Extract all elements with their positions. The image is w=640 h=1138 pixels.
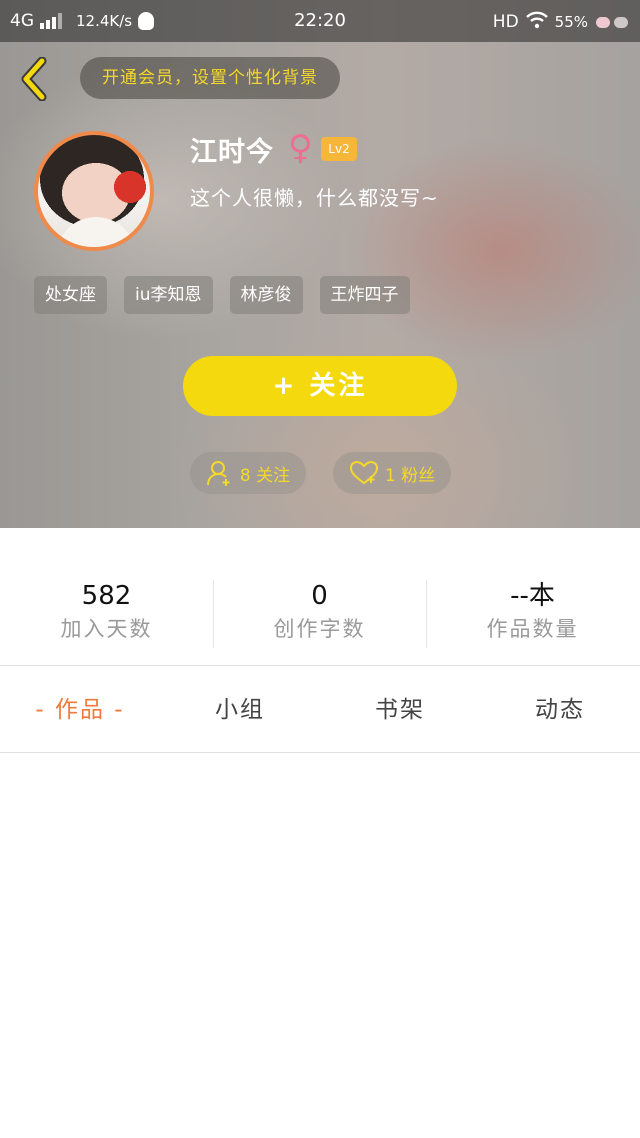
battery-icon bbox=[594, 15, 630, 29]
signal-icon bbox=[40, 13, 62, 29]
stat-label: 作品数量 bbox=[486, 617, 579, 641]
status-right: HD 55% bbox=[493, 11, 630, 33]
following-count-button[interactable]: 8 关注 bbox=[190, 452, 306, 494]
battery-level: 55% bbox=[554, 13, 588, 31]
tab-works[interactable]: - 作品 - bbox=[0, 667, 160, 753]
qq-icon bbox=[138, 12, 155, 30]
tag-item[interactable]: 林彦俊 bbox=[229, 276, 303, 314]
tag-list: 处女座 iu李知恩 林彦俊 王炸四子 bbox=[34, 276, 410, 314]
tab-bookshelf[interactable]: 书架 bbox=[320, 667, 480, 753]
stat-value: 0 bbox=[311, 581, 328, 611]
avatar[interactable] bbox=[34, 131, 154, 251]
user-bio: 这个人很懒，什么都没写~ bbox=[190, 186, 439, 210]
fans-label: 1 粉丝 bbox=[384, 465, 436, 486]
profile-tabs: - 作品 - 小组 书架 动态 bbox=[0, 667, 640, 753]
stat-value: 582 bbox=[81, 581, 132, 611]
tab-groups[interactable]: 小组 bbox=[160, 667, 320, 753]
stat-works-count: --本 作品数量 bbox=[426, 580, 639, 644]
stat-label: 加入天数 bbox=[60, 617, 153, 641]
status-bar: 4G 12.4K/s 22:20 HD 55% bbox=[0, 0, 640, 42]
chevron-left-icon bbox=[21, 57, 47, 101]
tag-item[interactable]: iu李知恩 bbox=[124, 276, 213, 314]
tag-item[interactable]: 王炸四子 bbox=[319, 276, 410, 314]
stat-value: --本 bbox=[510, 581, 555, 611]
stat-word-count: 0 创作字数 bbox=[213, 580, 426, 644]
stats-panel: 582 加入天数 0 创作字数 --本 作品数量 bbox=[0, 528, 640, 666]
heart-icon bbox=[349, 460, 378, 485]
female-icon: ♀ bbox=[288, 128, 313, 168]
stat-label: 创作字数 bbox=[273, 617, 366, 641]
user-name: 江时今 bbox=[190, 137, 274, 168]
tab-content-area bbox=[0, 754, 640, 1138]
stat-join-days: 582 加入天数 bbox=[0, 580, 213, 644]
hd-indicator: HD bbox=[492, 12, 519, 32]
wifi-icon bbox=[525, 11, 549, 33]
status-left: 4G 12.4K/s bbox=[10, 11, 155, 31]
tab-activity[interactable]: 动态 bbox=[480, 667, 640, 753]
back-button[interactable] bbox=[14, 54, 54, 104]
user-add-icon bbox=[206, 461, 230, 486]
follow-button[interactable]: + 关注 bbox=[183, 356, 457, 416]
fans-count-button[interactable]: 1 粉丝 bbox=[333, 452, 451, 494]
level-badge: Lv2 bbox=[321, 137, 357, 161]
network-type: 4G bbox=[10, 11, 34, 31]
vip-background-banner[interactable]: 开通会员，设置个性化背景 bbox=[80, 57, 340, 99]
tag-item[interactable]: 处女座 bbox=[34, 276, 107, 314]
network-speed: 12.4K/s bbox=[76, 12, 133, 30]
following-label: 8 关注 bbox=[239, 465, 291, 486]
